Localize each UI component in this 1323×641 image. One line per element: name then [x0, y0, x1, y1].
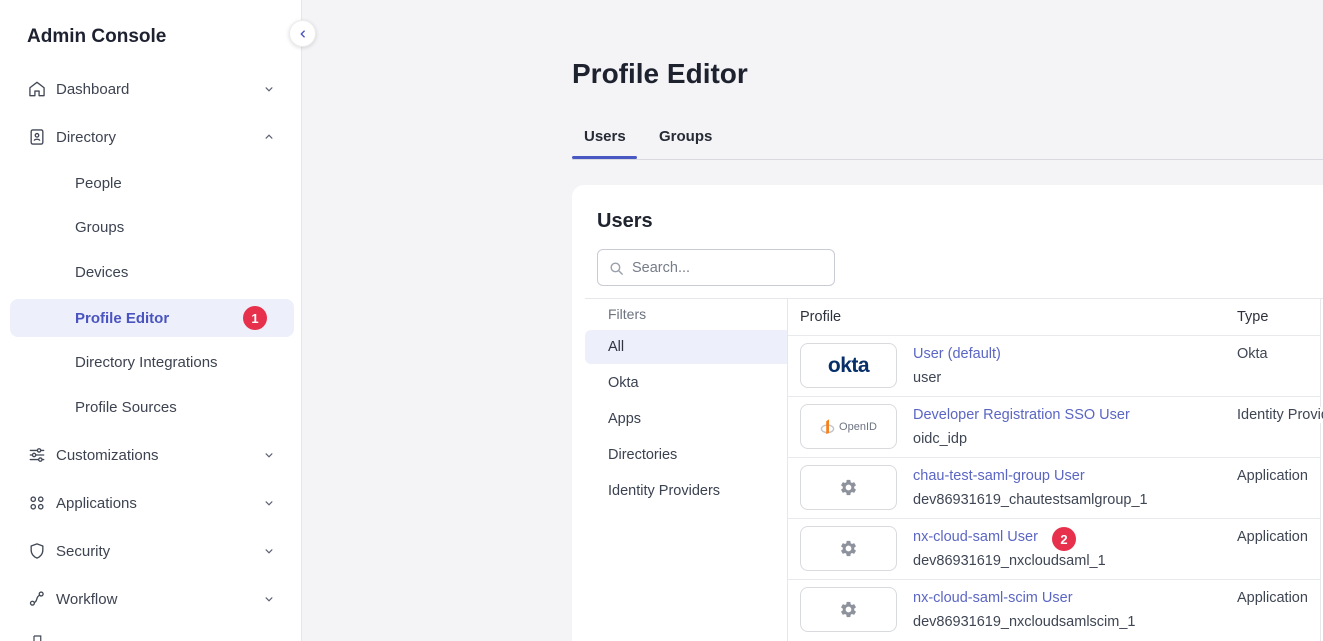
profile-link[interactable]: User (default) [913, 346, 1001, 362]
search-box [597, 249, 835, 286]
sidebar-item-label: Security [56, 543, 110, 560]
filter-identity-providers[interactable]: Identity Providers [585, 474, 787, 508]
gear-icon [839, 539, 858, 558]
search-icon [608, 260, 625, 282]
sidebar-item-label: Applications [56, 495, 137, 512]
apps-grid-icon [27, 493, 47, 513]
step-badge-2: 2 [1052, 527, 1076, 551]
profile-link[interactable]: nx-cloud-saml User [913, 529, 1038, 545]
row-divider [788, 396, 1320, 397]
id-card-icon [27, 127, 47, 147]
chevron-down-icon [262, 496, 276, 510]
chevron-down-icon [262, 82, 276, 96]
home-icon [27, 79, 47, 99]
chevron-down-icon [262, 448, 276, 462]
sidebar-item-groups[interactable]: Groups [0, 205, 302, 250]
profile-link[interactable]: nx-cloud-saml-scim User [913, 590, 1073, 606]
table-column-divider [1320, 298, 1321, 641]
column-header-type: Type [1237, 309, 1268, 325]
openid-logo-text: OpenID [839, 421, 877, 433]
sidebar-item-workflow[interactable]: Workflow [0, 575, 302, 623]
active-tab-underline [572, 156, 637, 159]
profile-type: Application [1237, 590, 1308, 606]
profile-subtext: oidc_idp [913, 431, 967, 447]
okta-logo: okta [800, 343, 897, 388]
app-logo-placeholder [800, 587, 897, 632]
chevron-down-icon [262, 544, 276, 558]
workflow-icon [27, 589, 47, 609]
filter-directories[interactable]: Directories [585, 438, 787, 472]
sidebar-item-label: Workflow [56, 591, 117, 608]
sidebar-item-profile-sources[interactable]: Profile Sources [0, 385, 302, 430]
sidebar-item-security[interactable]: Security [0, 527, 302, 575]
column-header-profile: Profile [800, 309, 841, 325]
sidebar-item-label: Directory [56, 129, 116, 146]
gear-icon [839, 478, 858, 497]
sidebar-item-label: Devices [75, 264, 128, 281]
app-logo-placeholder [800, 526, 897, 571]
profile-type: Application [1237, 529, 1308, 545]
filters-table-divider [787, 298, 788, 641]
profile-link[interactable]: Developer Registration SSO User [913, 407, 1130, 423]
step-badge-1: 1 [243, 306, 267, 330]
search-input[interactable] [632, 250, 828, 285]
filter-okta[interactable]: Okta [585, 366, 787, 400]
app-logo-placeholder [800, 465, 897, 510]
okta-logo-text: okta [828, 354, 869, 378]
profile-link[interactable]: chau-test-saml-group User [913, 468, 1085, 484]
profile-subtext: user [913, 370, 941, 386]
openid-logo: OpenID [800, 404, 897, 449]
sidebar-item-label: Profile Editor [75, 310, 169, 327]
filter-apps[interactable]: Apps [585, 402, 787, 436]
tab-users[interactable]: Users [584, 128, 626, 145]
chevron-down-icon [262, 592, 276, 606]
page-title: Profile Editor [572, 58, 748, 90]
collapse-sidebar-button[interactable] [289, 20, 316, 47]
profile-type: Application [1237, 468, 1308, 484]
shield-icon [27, 541, 47, 561]
divider [585, 298, 1323, 299]
profile-subtext: dev86931619_chautestsamlgroup_1 [913, 492, 1148, 508]
openid-mark-icon [820, 418, 835, 435]
gear-icon [839, 600, 858, 619]
partial-bottom-icon [28, 633, 46, 641]
filters-title: Filters [608, 306, 646, 322]
profile-type: Okta [1237, 346, 1268, 362]
sidebar-item-label: People [75, 175, 122, 192]
sidebar: Admin Console Dashboard Directory People… [0, 0, 302, 641]
sidebar-item-devices[interactable]: Devices [0, 250, 302, 295]
app-title: Admin Console [27, 26, 166, 48]
sliders-icon [27, 445, 47, 465]
sidebar-item-dashboard[interactable]: Dashboard [0, 65, 302, 113]
profile-type: Identity Provider [1237, 407, 1323, 423]
chevron-up-icon [262, 130, 276, 144]
sidebar-item-label: Groups [75, 219, 124, 236]
sidebar-item-label: Dashboard [56, 81, 129, 98]
sidebar-item-label: Profile Sources [75, 399, 177, 416]
sidebar-item-applications[interactable]: Applications [0, 479, 302, 527]
tab-groups[interactable]: Groups [659, 128, 712, 145]
tab-divider [572, 159, 1323, 160]
sidebar-item-people[interactable]: People [0, 161, 302, 206]
row-divider [788, 518, 1320, 519]
sidebar-item-directory[interactable]: Directory [0, 113, 302, 161]
row-divider [788, 579, 1320, 580]
filter-all[interactable]: All [585, 330, 787, 364]
sidebar-item-label: Directory Integrations [75, 354, 218, 371]
panel-title: Users [597, 210, 653, 233]
chevron-left-icon [296, 27, 310, 41]
profile-subtext: dev86931619_nxcloudsamlscim_1 [913, 614, 1135, 630]
table-header-border [788, 335, 1320, 336]
row-divider [788, 457, 1320, 458]
sidebar-item-directory-integrations[interactable]: Directory Integrations [0, 340, 302, 385]
profile-subtext: dev86931619_nxcloudsaml_1 [913, 553, 1106, 569]
sidebar-item-customizations[interactable]: Customizations [0, 431, 302, 479]
sidebar-item-label: Customizations [56, 447, 159, 464]
